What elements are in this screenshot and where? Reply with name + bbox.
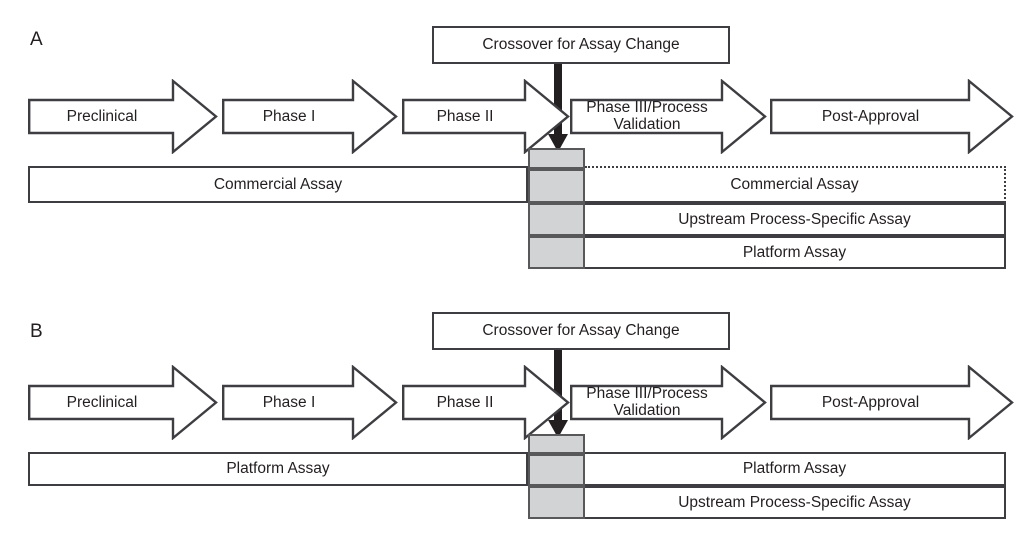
crossover-column-segment [528, 148, 585, 169]
crossover-column-segment [528, 486, 585, 519]
phase-arrow-preclinical-b: Preclinical [28, 365, 218, 440]
crossover-column-segment [528, 203, 585, 236]
phase-arrow-post-approval-b: Post-Approval [770, 365, 1014, 440]
panel-a-label: A [30, 29, 43, 50]
crossover-column-segment [528, 236, 585, 269]
phase-arrow-phase-i-b: Phase I [222, 365, 398, 440]
assay-bar-right-a-0: Commercial Assay [585, 166, 1006, 203]
phase-arrow-phase-ii-a: Phase II [402, 79, 570, 154]
phase-arrow-post-approval-a: Post-Approval [770, 79, 1014, 154]
crossover-box-b: Crossover for Assay Change [432, 312, 730, 350]
assay-bar-right-b-0: Platform Assay [585, 452, 1006, 486]
assay-bar-right-b-1: Upstream Process-Specific Assay [585, 486, 1006, 519]
phase-arrow-phase-iii-b: Phase III/Process Validation [570, 365, 767, 440]
panel-b-label: B [30, 321, 43, 342]
assay-bar-right-a-1: Upstream Process-Specific Assay [585, 203, 1006, 236]
panel-b: B Crossover for Assay Change Preclinical… [0, 280, 1034, 542]
phase-arrow-phase-i-a: Phase I [222, 79, 398, 154]
crossover-column-segment [528, 169, 585, 203]
assay-bar-left-a-0: Commercial Assay [28, 166, 528, 203]
phase-arrow-phase-ii-b: Phase II [402, 365, 570, 440]
crossover-column-segment [528, 454, 585, 486]
figure-canvas: A Crossover for Assay Change Preclinical… [0, 0, 1034, 542]
crossover-box-a: Crossover for Assay Change [432, 26, 730, 64]
panel-a: A Crossover for Assay Change Preclinical… [0, 0, 1034, 280]
phase-arrow-preclinical-a: Preclinical [28, 79, 218, 154]
assay-bar-left-b-0: Platform Assay [28, 452, 528, 486]
phase-arrow-phase-iii-a: Phase III/Process Validation [570, 79, 767, 154]
assay-bar-right-a-2: Platform Assay [585, 236, 1006, 269]
crossover-column-segment [528, 434, 585, 454]
